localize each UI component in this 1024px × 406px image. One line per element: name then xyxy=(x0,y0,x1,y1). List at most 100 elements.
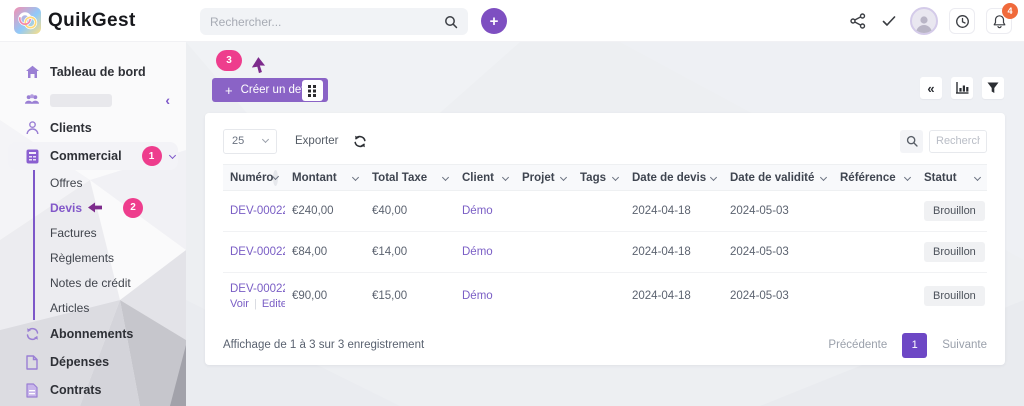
sidebar-item-redacted[interactable]: ‹ xyxy=(0,86,186,114)
sidebar-item-label: Dépenses xyxy=(50,355,109,369)
global-search-input[interactable] xyxy=(210,15,444,29)
panel-actions: « xyxy=(920,77,1004,99)
cell-date-validite: 2024-05-03 xyxy=(723,246,833,258)
quotes-card: 25 Exporter xyxy=(205,113,1005,365)
person-icon xyxy=(24,120,40,136)
cell-montant: €84,00 xyxy=(285,246,365,258)
cell-date-validite: 2024-05-03 xyxy=(723,290,833,302)
sidebar-item-label: Tableau de bord xyxy=(50,65,146,79)
sidebar-item-dashboard[interactable]: Tableau de bord xyxy=(0,58,186,86)
topbar: QuikGest + xyxy=(0,0,1024,42)
history-button[interactable] xyxy=(949,8,975,34)
table-header: Numéro Montant Total Taxe Client Projet … xyxy=(223,164,987,191)
table-search-button[interactable] xyxy=(900,130,923,153)
quick-add-button[interactable]: + xyxy=(481,8,507,34)
chevron-down-icon xyxy=(502,174,509,181)
column-label: Client xyxy=(462,172,494,184)
column-header-numero[interactable]: Numéro xyxy=(223,170,285,186)
filter-button[interactable] xyxy=(982,77,1004,99)
annotation-badge-1: 1 xyxy=(142,146,162,166)
sidebar-item-label: Abonnements xyxy=(50,327,133,341)
cell-montant: €240,00 xyxy=(285,205,365,217)
brand-name: QuikGest xyxy=(48,10,136,32)
sidebar-item-articles[interactable]: Articles xyxy=(50,295,186,320)
contract-icon xyxy=(24,382,40,398)
sidebar-item-depenses[interactable]: Dépenses xyxy=(0,348,186,376)
client-link[interactable]: Démo xyxy=(455,205,515,217)
column-header-total-taxe[interactable]: Total Taxe xyxy=(365,172,455,184)
app-logo-icon xyxy=(14,7,41,34)
invoice-icon xyxy=(24,148,40,164)
chevron-down-icon xyxy=(612,174,619,181)
export-button[interactable]: Exporter xyxy=(295,135,338,147)
column-header-reference[interactable]: Référence xyxy=(833,172,917,184)
sidebar-item-devis[interactable]: Devis 2 xyxy=(50,195,186,220)
column-header-client[interactable]: Client xyxy=(455,172,515,184)
column-header-projet[interactable]: Projet xyxy=(515,172,573,184)
table-search-input[interactable] xyxy=(929,130,987,153)
grid-view-toggle[interactable] xyxy=(302,80,323,101)
previous-page-button[interactable]: Précédente xyxy=(828,339,887,351)
column-label: Numéro xyxy=(230,172,273,184)
notifications-button[interactable]: 4 xyxy=(986,8,1012,34)
sidebar-item-abonnements[interactable]: Abonnements xyxy=(0,320,186,348)
client-link[interactable]: Démo xyxy=(455,246,515,258)
chevron-down-icon xyxy=(710,174,717,181)
column-label: Projet xyxy=(522,172,555,184)
sidebar-item-reglements[interactable]: Règlements xyxy=(50,245,186,270)
cell-date-devis: 2024-04-18 xyxy=(625,205,723,217)
sidebar-item-clients[interactable]: Clients xyxy=(0,114,186,142)
sidebar-item-contrats[interactable]: Contrats xyxy=(0,376,186,404)
column-header-tags[interactable]: Tags xyxy=(573,172,625,184)
double-chevron-left-icon: « xyxy=(927,81,934,96)
sort-active-indicator xyxy=(273,170,278,186)
current-page-button[interactable]: 1 xyxy=(902,333,927,358)
quote-number-link[interactable]: DEV-000226 xyxy=(223,205,285,217)
tasks-check-button[interactable] xyxy=(879,11,899,31)
chevron-down-icon xyxy=(352,174,359,181)
cell-date-devis: 2024-04-18 xyxy=(625,290,723,302)
team-icon xyxy=(24,92,40,108)
sidebar-collapse-chevron[interactable]: ‹ xyxy=(165,92,170,108)
sidebar-item-label: Factures xyxy=(50,226,97,240)
table-row: DEV-000226 €240,00 €40,00 Démo 2024-04-1… xyxy=(223,191,987,232)
edit-link[interactable]: Editer xyxy=(262,298,285,310)
brand[interactable]: QuikGest xyxy=(14,7,136,34)
sidebar-item-factures[interactable]: Factures xyxy=(50,220,186,245)
status-badge: Brouillon xyxy=(924,286,985,306)
view-link[interactable]: Voir xyxy=(230,298,249,310)
page-size-select[interactable]: 25 xyxy=(223,129,277,154)
collapse-panel-button[interactable]: « xyxy=(920,77,942,99)
chart-view-button[interactable] xyxy=(951,77,973,99)
filter-icon xyxy=(987,82,999,94)
chevron-down-icon xyxy=(262,136,269,143)
column-header-statut[interactable]: Statut xyxy=(917,172,987,184)
sidebar-item-label: Clients xyxy=(50,121,92,135)
client-link[interactable]: Démo xyxy=(455,290,515,302)
sidebar-item-commercial[interactable]: Commercial 1 xyxy=(8,142,178,170)
column-label: Statut xyxy=(924,172,957,184)
column-header-date-devis[interactable]: Date de devis xyxy=(625,172,723,184)
next-page-button[interactable]: Suivante xyxy=(942,339,987,351)
refresh-button[interactable] xyxy=(353,135,367,148)
bar-chart-icon xyxy=(956,82,969,94)
commercial-submenu: Offres Devis 2 Factures Règlements Notes… xyxy=(33,170,186,320)
sidebar-item-notes-de-credit[interactable]: Notes de crédit xyxy=(50,270,186,295)
column-header-date-validite[interactable]: Date de validité xyxy=(723,172,833,184)
sidebar-item-offres[interactable]: Offres xyxy=(50,170,186,195)
avatar[interactable] xyxy=(910,7,938,35)
table-controls: 25 Exporter xyxy=(223,127,987,155)
app-window: QuikGest + xyxy=(0,0,1024,406)
share-button[interactable] xyxy=(848,11,868,31)
column-label: Montant xyxy=(292,172,337,184)
column-header-montant[interactable]: Montant xyxy=(285,172,365,184)
chevron-down-icon xyxy=(904,174,911,181)
redacted-label xyxy=(50,94,112,107)
quote-number-link[interactable]: DEV-000225 xyxy=(223,246,285,258)
column-label: Total Taxe xyxy=(372,172,427,184)
sidebar: Tableau de bord ‹ Clients xyxy=(0,42,186,406)
grid-icon xyxy=(308,85,317,97)
sidebar-item-label: Offres xyxy=(50,176,82,190)
quote-number-link[interactable]: DEV-000224 xyxy=(230,283,278,295)
records-summary: Affichage de 1 à 3 sur 3 enregistrement xyxy=(223,339,424,351)
